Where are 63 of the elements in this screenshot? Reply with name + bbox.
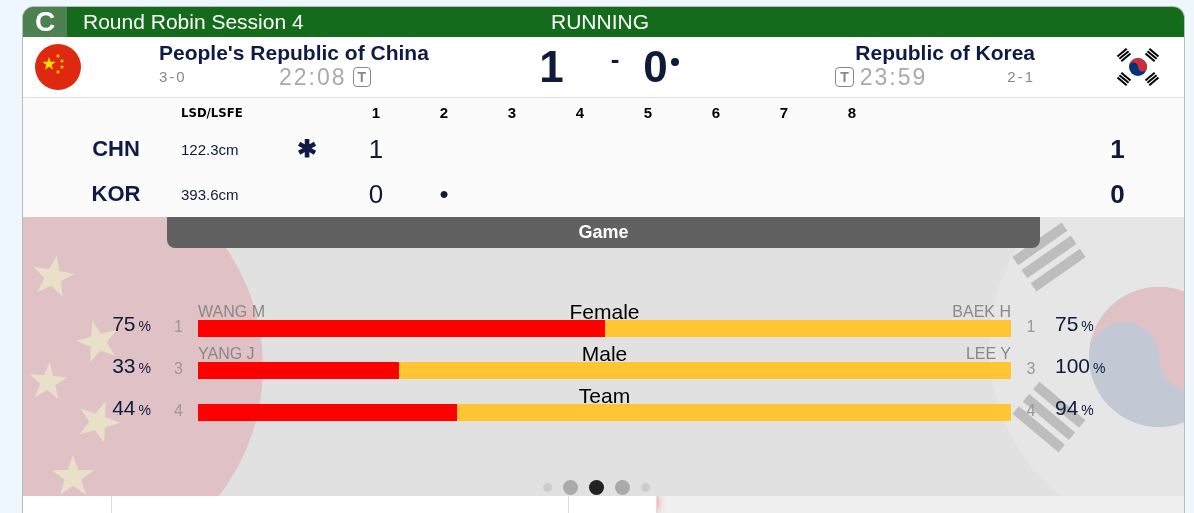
flag-icon: [35, 44, 81, 90]
percentage: 44: [112, 397, 136, 419]
position-number: 3: [1025, 359, 1037, 379]
player-name: BAEK H: [951, 303, 1011, 320]
percentage: 75: [1055, 313, 1079, 335]
table-cell-text: 122.3cm: [180, 140, 240, 158]
percentage: 33: [112, 355, 136, 377]
table-cell-text: •: [438, 178, 450, 210]
total-score: 1: [1109, 133, 1126, 165]
total-score: 0: [1109, 178, 1126, 210]
panel-tab[interactable]: Game: [167, 217, 1040, 248]
team-name: Republic of Korea: [855, 41, 1035, 65]
table-cell-text: ✱: [295, 135, 318, 163]
team-abbreviation: CHN: [91, 136, 141, 162]
column-header: 8: [846, 103, 858, 121]
page-dot[interactable]: [589, 479, 604, 495]
timeout-button[interactable]: T: [835, 67, 854, 87]
timeout-button[interactable]: T: [352, 67, 372, 87]
team-score: 0: [643, 42, 668, 92]
column-header: 5: [642, 103, 654, 121]
team-abbreviation: KOR: [90, 181, 142, 207]
category-label: Male: [581, 345, 628, 362]
team-clock: 23:59: [859, 65, 928, 89]
position-number: 3: [173, 359, 184, 379]
column-header: 1: [370, 103, 382, 121]
column-header: 4: [574, 103, 586, 121]
table-cell-text: 1: [367, 133, 385, 165]
player-name: YANG J: [198, 345, 256, 362]
column-header: 3: [506, 103, 518, 121]
category-label: Team: [578, 387, 631, 404]
percent-sign: %: [138, 359, 151, 378]
percent-sign: %: [138, 401, 151, 420]
percent-sign: %: [1081, 401, 1094, 420]
badge: C: [23, 7, 67, 37]
page-dot[interactable]: [563, 479, 578, 495]
team-clock: 22:08: [279, 65, 347, 89]
column-header: 2: [438, 103, 450, 121]
percent-sign: %: [138, 317, 151, 336]
status-text: RUNNING: [551, 10, 649, 34]
column-header: LSD/LSFE: [180, 104, 244, 120]
team-name: People's Republic of China: [159, 41, 430, 65]
position-number: 1: [173, 317, 184, 337]
team-record: 2-1: [1007, 67, 1035, 87]
column-header: 7: [778, 103, 790, 121]
table-cell-text: 0: [367, 178, 385, 210]
player-name: WANG M: [198, 303, 266, 320]
category-label: Female: [569, 303, 640, 320]
column-header: 6: [710, 103, 722, 121]
position-number: 4: [1025, 401, 1037, 421]
page-dot[interactable]: [615, 479, 630, 495]
table-cell-text: 393.6cm: [180, 185, 240, 203]
team-record: 3-0: [159, 67, 188, 87]
session-title: Round Robin Session 4: [83, 10, 304, 34]
position-number: 1: [1025, 317, 1037, 337]
position-number: 4: [173, 401, 184, 421]
team-score: 1: [539, 42, 564, 92]
score-separator: -: [610, 43, 620, 75]
percentage: 100: [1055, 355, 1091, 377]
percent-sign: %: [1093, 359, 1106, 378]
percent-sign: %: [1081, 317, 1094, 336]
player-name: LEE Y: [964, 345, 1011, 362]
percentage: 75: [112, 313, 136, 335]
percentage: 94: [1055, 397, 1079, 419]
